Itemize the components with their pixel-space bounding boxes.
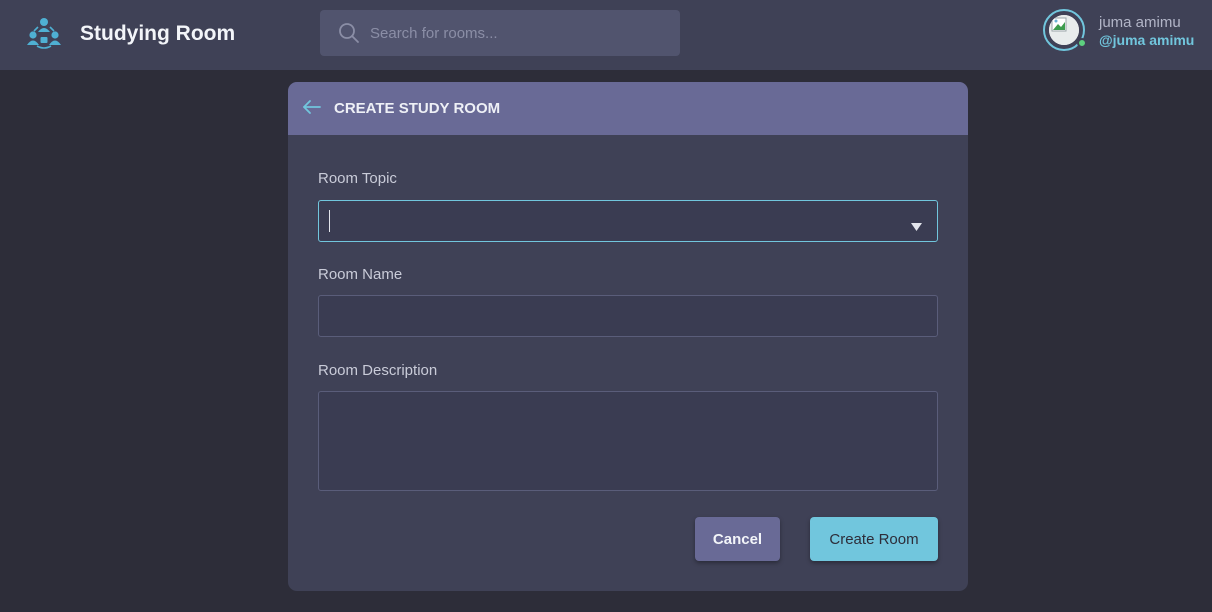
text-caret <box>329 210 330 232</box>
search-input[interactable] <box>370 10 670 56</box>
user-avatar-button[interactable] <box>1043 9 1087 51</box>
avatar <box>1049 15 1079 45</box>
room-description-label: Room Description <box>318 362 438 379</box>
dropdown-arrow-icon[interactable] <box>911 218 922 231</box>
search-bar[interactable] <box>320 10 680 56</box>
room-topic-select[interactable] <box>318 200 938 242</box>
app-brand-title[interactable]: Studying Room <box>80 21 235 47</box>
room-description-textarea[interactable] <box>319 392 937 490</box>
card-header: CREATE STUDY ROOM <box>288 82 968 135</box>
cancel-button[interactable]: Cancel <box>695 517 780 561</box>
room-description-field[interactable] <box>318 391 938 491</box>
search-icon <box>338 22 360 44</box>
user-handle[interactable]: @juma amimu <box>1099 31 1194 49</box>
create-room-card: CREATE STUDY ROOM Room Topic Room Name R… <box>288 82 968 591</box>
top-nav-bar: Studying Room juma amimu @juma amimu <box>0 0 1212 70</box>
room-name-field[interactable] <box>318 295 938 337</box>
room-name-input[interactable] <box>319 296 937 336</box>
people-network-icon[interactable] <box>26 16 62 50</box>
create-room-button[interactable]: Create Room <box>810 517 938 561</box>
online-status-indicator <box>1077 38 1087 48</box>
arrow-left-icon[interactable] <box>302 98 322 116</box>
card-title: CREATE STUDY ROOM <box>334 100 501 117</box>
user-name[interactable]: juma amimu <box>1099 14 1181 32</box>
room-name-label: Room Name <box>318 266 403 283</box>
room-topic-label: Room Topic <box>318 170 397 187</box>
